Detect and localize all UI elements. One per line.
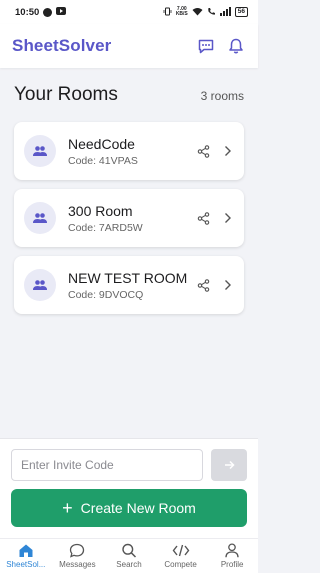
- room-code: Code: 9DVOCQ: [68, 288, 144, 301]
- bell-icon: [229, 38, 243, 54]
- rooms-header: Your Rooms 3 rooms: [14, 84, 244, 110]
- tab-home[interactable]: SheetSol...: [0, 539, 52, 573]
- call-icon: [207, 7, 216, 18]
- chat-button[interactable]: [196, 36, 216, 56]
- notifications-button[interactable]: [226, 36, 246, 56]
- room-actions-panel: + Create New Room: [0, 438, 258, 538]
- battery-indicator: 56: [234, 7, 248, 17]
- room-card[interactable]: NeedCode Code: 41VPAS: [14, 122, 244, 180]
- youtube-icon: [56, 7, 67, 17]
- app-title: SheetSolver: [12, 36, 112, 55]
- app-header: SheetSolver: [0, 24, 258, 68]
- tab-label: Compete: [164, 560, 197, 569]
- chevron-right-icon[interactable]: [223, 145, 232, 157]
- vibrate-icon: [163, 7, 172, 18]
- share-icon[interactable]: [197, 144, 210, 158]
- room-code: Code: 41VPAS: [68, 154, 138, 167]
- room-code: Code: 7ARD5W: [68, 221, 143, 234]
- share-icon[interactable]: [197, 278, 210, 292]
- room-name: NeedCode: [68, 135, 135, 152]
- room-card[interactable]: NEW TEST ROOM Code: 9DVOCQ: [14, 256, 244, 314]
- tab-search[interactable]: Search: [103, 539, 155, 573]
- code-icon: [172, 544, 189, 557]
- status-time: 10:50: [15, 6, 40, 18]
- tab-label: Profile: [220, 560, 244, 569]
- room-avatar: [24, 135, 56, 167]
- arrow-right-icon: [224, 460, 235, 470]
- room-avatar: [24, 202, 56, 234]
- tab-compete[interactable]: Compete: [155, 539, 207, 573]
- room-card[interactable]: 300 Room Code: 7ARD5W: [14, 189, 244, 247]
- share-icon[interactable]: [197, 211, 210, 225]
- group-icon: [33, 280, 47, 290]
- tab-label: SheetSol...: [6, 560, 46, 569]
- status-bar: 10:50 7.00 KB/S 56: [0, 0, 258, 24]
- chevron-right-icon[interactable]: [223, 279, 232, 291]
- person-icon: [225, 543, 239, 558]
- invite-code-input[interactable]: [11, 449, 203, 481]
- wifi-icon: [192, 7, 203, 18]
- create-room-label: Create New Room: [80, 500, 196, 516]
- search-icon: [122, 543, 137, 558]
- network-speed: 7.00 KB/S: [175, 6, 188, 17]
- join-room-button[interactable]: [211, 449, 247, 481]
- rooms-section: Your Rooms 3 rooms NeedCode Code: 41VPAS: [14, 84, 244, 323]
- rooms-title: Your Rooms: [14, 84, 118, 105]
- group-icon: [33, 146, 47, 156]
- signal-icon: [219, 6, 231, 18]
- rooms-count: 3 rooms: [200, 89, 244, 103]
- tab-profile[interactable]: Profile: [206, 539, 258, 573]
- group-icon: [33, 213, 47, 223]
- room-avatar: [24, 269, 56, 301]
- home-icon: [19, 544, 33, 557]
- whatsapp-icon: [43, 7, 53, 17]
- tab-label: Messages: [59, 560, 96, 569]
- create-room-button[interactable]: + Create New Room: [11, 489, 247, 527]
- invite-row: [11, 449, 247, 481]
- tab-messages[interactable]: Messages: [52, 539, 104, 573]
- chat-icon: [198, 39, 214, 54]
- chevron-right-icon[interactable]: [223, 212, 232, 224]
- bottom-tab-bar: SheetSol... Messages Search Compete Prof…: [0, 538, 258, 573]
- plus-icon: +: [62, 498, 73, 518]
- room-name: NEW TEST ROOM: [68, 269, 188, 286]
- room-name: 300 Room: [68, 202, 133, 219]
- tab-label: Search: [116, 560, 142, 569]
- chat-icon: [70, 543, 85, 558]
